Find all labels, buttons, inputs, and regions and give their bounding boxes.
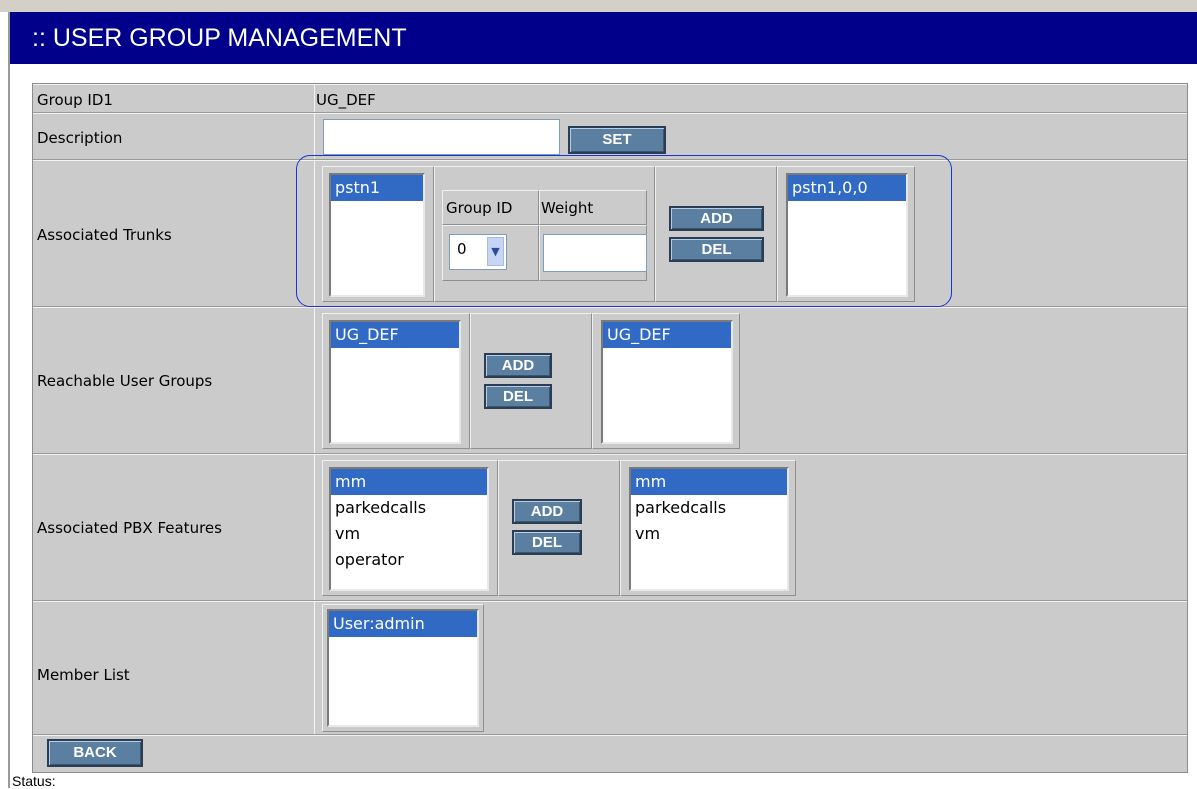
status-label: Status: [12, 773, 56, 789]
description-label: Description [37, 129, 123, 147]
user-group-form: Group ID1 UG_DEF Description SET Associa… [32, 83, 1188, 773]
trunk-available-cell: pstn1 [322, 166, 434, 302]
add-user-group-button[interactable]: ADD [484, 353, 552, 378]
weight-input-cell [539, 225, 647, 281]
description-row: Description SET [33, 113, 1187, 160]
add-trunk-button[interactable]: ADD [669, 206, 764, 231]
list-item[interactable]: parkedcalls [631, 495, 787, 521]
list-item[interactable]: operator [331, 547, 487, 573]
selected-pbx-features-list[interactable]: mm parkedcalls vm [629, 467, 789, 591]
trunk-associated-cell: pstn1,0,0 [777, 166, 915, 302]
list-item[interactable]: pstn1,0,0 [788, 175, 906, 201]
group-id-value: UG_DEF [316, 91, 376, 109]
add-pbx-feature-button[interactable]: ADD [512, 499, 582, 524]
list-item[interactable]: UG_DEF [603, 322, 731, 348]
back-button[interactable]: BACK [47, 739, 143, 767]
delete-trunk-button[interactable]: DEL [669, 237, 764, 262]
window-top-strip [0, 0, 1197, 12]
group-id-header-cell: Group ID [442, 190, 539, 225]
delete-pbx-feature-button[interactable]: DEL [512, 530, 582, 555]
group-id-row: Group ID1 UG_DEF [33, 84, 1187, 113]
delete-user-group-button[interactable]: DEL [484, 384, 552, 409]
list-item[interactable]: UG_DEF [331, 322, 459, 348]
member-list[interactable]: User:admin [327, 609, 479, 727]
pbx-available-cell: mm parkedcalls vm operator [322, 460, 498, 596]
frame-left-border [8, 12, 10, 788]
set-button[interactable]: SET [568, 126, 666, 154]
group-id-select[interactable]: 0 ▼ [449, 234, 507, 270]
list-item[interactable]: User:admin [329, 611, 477, 637]
group-id-label: Group ID1 [37, 91, 113, 109]
description-input[interactable] [323, 119, 560, 155]
associated-trunks-row: Associated Trunks pstn1 Group ID Weight … [33, 160, 1187, 307]
list-item[interactable]: parkedcalls [331, 495, 487, 521]
list-item[interactable]: mm [331, 469, 487, 495]
list-item[interactable]: vm [631, 521, 787, 547]
chevron-down-icon[interactable]: ▼ [487, 237, 504, 266]
member-list-label: Member List [37, 666, 130, 684]
selected-user-groups-list[interactable]: UG_DEF [601, 320, 733, 444]
available-pbx-features-list[interactable]: mm parkedcalls vm operator [329, 467, 489, 591]
page-title: :: USER GROUP MANAGEMENT [10, 12, 1197, 64]
reachable-user-groups-row: Reachable User Groups UG_DEF ADD DEL UG_… [33, 307, 1187, 454]
reachable-user-groups-label: Reachable User Groups [37, 372, 213, 390]
group-id-select-cell: 0 ▼ [442, 225, 539, 281]
trunk-action-cell: ADD DEL [655, 166, 777, 302]
trunk-params-cell: Group ID Weight 0 ▼ [434, 166, 655, 302]
back-row: BACK [33, 735, 1187, 772]
associated-trunks-label: Associated Trunks [37, 226, 172, 244]
pbx-action-cell: ADD DEL [498, 460, 620, 596]
user-groups-available-cell: UG_DEF [322, 313, 470, 449]
associated-pbx-features-row: Associated PBX Features mm parkedcalls v… [33, 454, 1187, 601]
weight-input[interactable] [543, 234, 647, 272]
group-id-header: Group ID [446, 199, 513, 217]
list-item[interactable]: pstn1 [331, 175, 423, 201]
pbx-selected-cell: mm parkedcalls vm [620, 460, 796, 596]
member-list-row: Member List User:admin [33, 601, 1187, 735]
user-groups-selected-cell: UG_DEF [592, 313, 740, 449]
list-item[interactable]: vm [331, 521, 487, 547]
member-list-cell: User:admin [322, 604, 484, 732]
list-item[interactable]: mm [631, 469, 787, 495]
weight-header: Weight [541, 199, 594, 217]
available-trunks-list[interactable]: pstn1 [329, 173, 425, 297]
available-user-groups-list[interactable]: UG_DEF [329, 320, 461, 444]
weight-header-cell: Weight [539, 190, 647, 225]
user-groups-action-cell: ADD DEL [470, 313, 592, 449]
associated-pbx-features-label: Associated PBX Features [37, 519, 222, 537]
associated-trunks-list[interactable]: pstn1,0,0 [786, 173, 908, 297]
